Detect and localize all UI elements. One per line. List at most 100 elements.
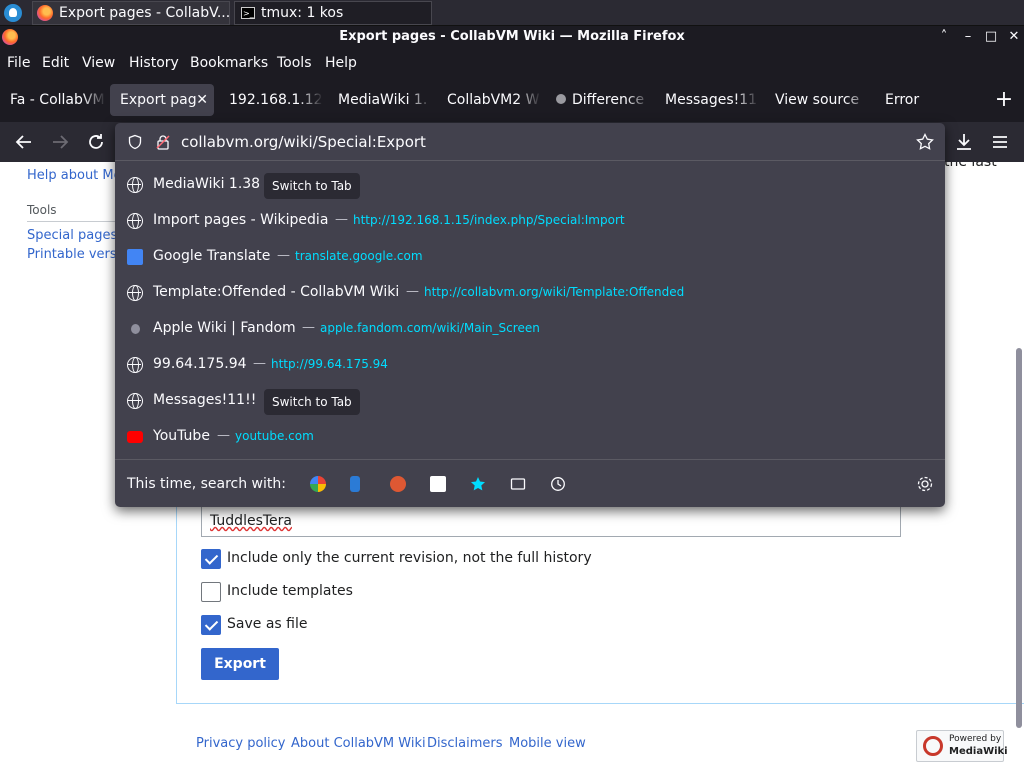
suggestion-row[interactable]: 99.64.175.94 — http://99.64.175.94 bbox=[119, 347, 941, 383]
tab[interactable]: Messages!11 bbox=[655, 84, 759, 116]
suggestion-row[interactable]: Import pages - Wikipedia — http://192.16… bbox=[119, 203, 941, 239]
suggestion-row[interactable]: Messages!11!! Switch to Tab bbox=[119, 383, 941, 419]
taskbar-task-label: Export pages - CollabV... bbox=[59, 5, 230, 21]
save-as-file-checkbox[interactable] bbox=[201, 615, 221, 635]
mediawiki-logo-icon bbox=[923, 736, 943, 756]
current-revision-checkbox[interactable] bbox=[201, 549, 221, 569]
footer-mobile-view-link[interactable]: Mobile view bbox=[509, 736, 586, 751]
window-minimize-button[interactable]: – bbox=[959, 28, 977, 46]
apple-icon bbox=[131, 324, 140, 334]
suggestion-row[interactable]: Google Translate — translate.google.com bbox=[119, 239, 941, 275]
suggestion-row[interactable]: MediaWiki 1.38 Switch to Tab bbox=[119, 167, 941, 203]
sidebar-item-printable-version[interactable]: Printable versi bbox=[27, 247, 120, 262]
back-arrow-icon bbox=[15, 135, 31, 149]
google-icon[interactable] bbox=[310, 476, 326, 492]
bookmarks-icon[interactable] bbox=[470, 476, 486, 492]
taskbar-task-label: tmux: 1 kos bbox=[261, 5, 344, 21]
sidebar-heading-tools: Tools bbox=[27, 203, 57, 217]
suggestion-url: youtube.com bbox=[235, 429, 314, 443]
menu-history[interactable]: History bbox=[129, 55, 179, 71]
window-title: Export pages - CollabVM Wiki — Mozilla F… bbox=[339, 29, 685, 44]
bing-icon[interactable] bbox=[350, 476, 360, 492]
url-input[interactable]: collabvm.org/wiki/Special:Export bbox=[181, 133, 426, 151]
tab[interactable]: View source bbox=[765, 84, 869, 116]
tab[interactable]: Fa - CollabVM bbox=[0, 84, 106, 116]
google-translate-icon bbox=[127, 249, 143, 265]
tab[interactable]: 192.168.1.12 bbox=[219, 84, 323, 116]
suggestion-title: YouTube bbox=[153, 428, 210, 444]
taskbar: Export pages - CollabV... tmux: 1 kos bbox=[0, 0, 1024, 26]
menu-bookmarks[interactable]: Bookmarks bbox=[190, 55, 268, 71]
tab-label: Export pag bbox=[120, 92, 197, 108]
forward-button[interactable] bbox=[48, 130, 72, 154]
sidebar-item-special-pages[interactable]: Special pages bbox=[27, 228, 117, 243]
switch-to-tab-badge: Switch to Tab bbox=[264, 173, 360, 199]
close-tab-icon[interactable]: ✕ bbox=[196, 84, 208, 116]
start-menu-icon[interactable] bbox=[4, 4, 22, 22]
suggestion-separator: — bbox=[277, 248, 290, 263]
ebay-icon[interactable] bbox=[430, 476, 446, 492]
menubar: File Edit View History Bookmarks Tools H… bbox=[0, 50, 1024, 78]
footer-disclaimers-link[interactable]: Disclaimers bbox=[427, 736, 503, 751]
window-shade-button[interactable]: ˄ bbox=[935, 28, 953, 46]
menu-tools[interactable]: Tools bbox=[277, 55, 312, 71]
taskbar-task-tmux[interactable]: tmux: 1 kos bbox=[234, 1, 432, 25]
forward-arrow-icon bbox=[53, 135, 69, 149]
sidebar-divider bbox=[27, 221, 117, 222]
globe-icon bbox=[127, 177, 143, 193]
tab[interactable]: Error bbox=[875, 84, 979, 116]
suggestion-separator: — bbox=[335, 212, 348, 227]
tab[interactable]: CollabVM2 W bbox=[437, 84, 541, 116]
url-input-row[interactable]: collabvm.org/wiki/Special:Export bbox=[115, 123, 945, 161]
downloads-button[interactable] bbox=[952, 130, 976, 154]
menu-view[interactable]: View bbox=[82, 55, 115, 71]
apple-icon bbox=[556, 94, 566, 104]
back-button[interactable] bbox=[12, 130, 36, 154]
new-tab-button[interactable]: + bbox=[994, 86, 1014, 114]
sidebar-help-link[interactable]: Help about Me bbox=[27, 168, 122, 183]
powered-by-mediawiki-badge[interactable]: Powered by MediaWiki bbox=[916, 730, 1008, 762]
page-scrollbar[interactable] bbox=[1016, 348, 1022, 728]
youtube-icon bbox=[127, 431, 143, 443]
globe-icon bbox=[127, 213, 143, 229]
hamburger-menu-icon bbox=[993, 136, 1007, 148]
suggestion-title: Apple Wiki | Fandom bbox=[153, 320, 296, 336]
search-settings-gear-icon[interactable] bbox=[916, 475, 934, 493]
tabs-icon[interactable] bbox=[510, 476, 526, 492]
suggestion-url: http://192.168.1.15/index.php/Special:Im… bbox=[353, 213, 625, 227]
suggestion-separator: — bbox=[253, 356, 266, 371]
reload-button[interactable] bbox=[84, 130, 108, 154]
tab[interactable]: Difference bbox=[546, 84, 650, 116]
taskbar-task-firefox[interactable]: Export pages - CollabV... bbox=[32, 1, 230, 25]
include-templates-checkbox[interactable] bbox=[201, 582, 221, 602]
window-maximize-button[interactable]: □ bbox=[982, 28, 1000, 46]
menu-help[interactable]: Help bbox=[325, 55, 357, 71]
menu-file[interactable]: File bbox=[7, 55, 30, 71]
app-menu-button[interactable] bbox=[988, 130, 1012, 154]
suggestion-separator: — bbox=[302, 320, 315, 335]
menu-edit[interactable]: Edit bbox=[42, 55, 69, 71]
powered-by-text: Powered by bbox=[949, 734, 1002, 744]
history-icon[interactable] bbox=[550, 476, 566, 492]
insecure-lock-icon[interactable] bbox=[155, 134, 171, 150]
one-off-search-row: This time, search with: bbox=[115, 459, 945, 507]
bookmark-star-icon[interactable] bbox=[916, 133, 934, 151]
terminal-icon bbox=[241, 3, 255, 24]
suggestion-row[interactable]: Apple Wiki | Fandom — apple.fandom.com/w… bbox=[119, 311, 941, 347]
suggestion-title: 99.64.175.94 bbox=[153, 356, 247, 372]
tab[interactable]: MediaWiki 1. bbox=[328, 84, 432, 116]
globe-icon bbox=[127, 393, 143, 409]
window-close-button[interactable]: ✕ bbox=[1005, 28, 1023, 46]
window-titlebar: Export pages - CollabVM Wiki — Mozilla F… bbox=[0, 26, 1024, 50]
suggestion-row[interactable]: YouTube — youtube.com bbox=[119, 419, 941, 455]
suggestion-row[interactable]: Template:Offended - CollabVM Wiki — http… bbox=[119, 275, 941, 311]
tab-active[interactable]: Export pag ✕ bbox=[110, 84, 214, 116]
tab-label: Error bbox=[885, 92, 920, 108]
export-button[interactable]: Export bbox=[201, 648, 279, 680]
suggestion-title: Messages!11!! bbox=[153, 392, 257, 408]
duckduckgo-icon[interactable] bbox=[390, 476, 406, 492]
footer-about-link[interactable]: About CollabVM Wiki bbox=[291, 736, 426, 751]
footer-privacy-link[interactable]: Privacy policy bbox=[196, 736, 285, 751]
tracking-protection-shield-icon[interactable] bbox=[127, 134, 143, 150]
suggestion-title: Import pages - Wikipedia bbox=[153, 212, 329, 228]
